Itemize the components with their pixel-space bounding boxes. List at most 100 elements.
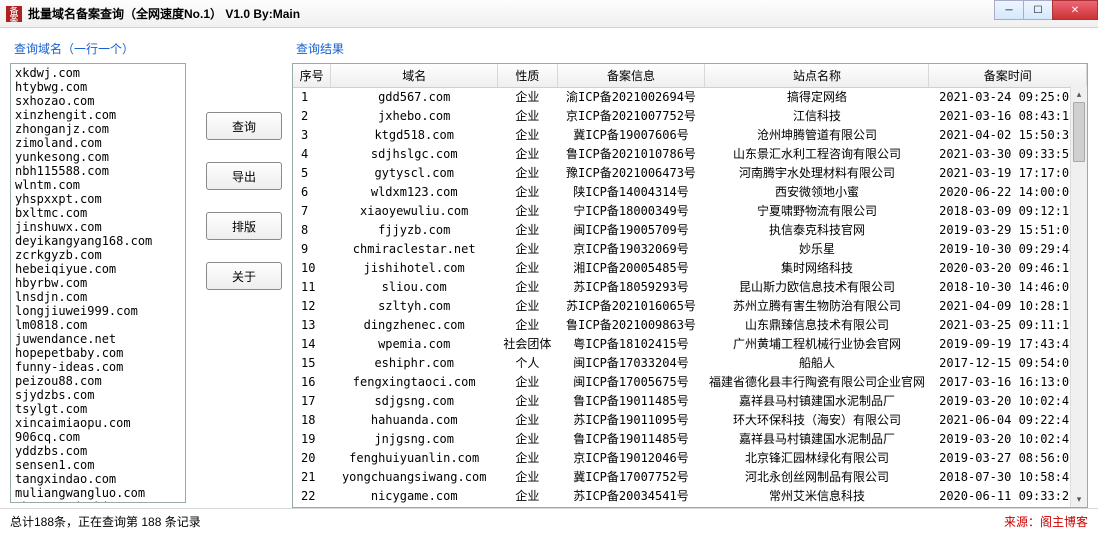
table-row[interactable]: 13dingzhenec.com企业鲁ICP备2021009863号山东鼎臻信息…	[293, 316, 1087, 335]
maximize-button[interactable]: ☐	[1023, 0, 1053, 20]
table-row[interactable]: 2jxhebo.com企业京ICP备2021007752号江信科技2021-03…	[293, 107, 1087, 126]
table-cell: 企业	[498, 297, 557, 316]
column-header[interactable]: 序号	[293, 64, 331, 88]
column-header[interactable]: 站点名称	[705, 64, 929, 88]
table-cell: 鲁ICP备19011485号	[557, 392, 705, 411]
table-row[interactable]: 4sdjhslgc.com企业鲁ICP备2021010786号山东景汇水利工程咨…	[293, 145, 1087, 164]
table-cell: jxhebo.com	[331, 107, 498, 126]
input-label: 查询域名（一行一个）	[14, 40, 196, 57]
table-row[interactable]: 1gdd567.com企业渝ICP备2021002694号搞得定网络2021-0…	[293, 88, 1087, 108]
table-cell: ktgd518.com	[331, 126, 498, 145]
table-cell: 京ICP备2021007752号	[557, 107, 705, 126]
table-cell: 2021-04-09 10:28:13	[929, 297, 1087, 316]
table-cell: szltyh.com	[331, 297, 498, 316]
table-row[interactable]: 22nicygame.com企业苏ICP备20034541号常州艾米信息科技20…	[293, 487, 1087, 506]
table-row[interactable]: 11sliou.com企业苏ICP备18059293号昆山斯力欧信息技术有限公司…	[293, 278, 1087, 297]
table-cell: 环大环保科技（海安）有限公司	[705, 411, 929, 430]
table-row[interactable]: 10jishihotel.com企业湘ICP备20005485号集时网络科技20…	[293, 259, 1087, 278]
minimize-button[interactable]: ─	[994, 0, 1024, 20]
table-cell: 企业	[498, 373, 557, 392]
table-row[interactable]: 23xianxinmu.com企业陕ICP备17003834号西安欣景食品有限公…	[293, 506, 1087, 508]
status-text: 总计188条，正在查询第 188 条记录	[10, 513, 201, 530]
table-cell: 1	[293, 88, 331, 108]
window-title: 批量域名备案查询（全网速度No.1） V1.0 By:Main	[28, 5, 300, 22]
table-cell: eshiphr.com	[331, 354, 498, 373]
table-cell: 2021-04-02 15:50:39	[929, 126, 1087, 145]
table-cell: 2021-03-24 09:25:03	[929, 88, 1087, 108]
about-button[interactable]: 关于	[206, 262, 282, 290]
table-cell: 江信科技	[705, 107, 929, 126]
table-cell: 常州艾米信息科技	[705, 487, 929, 506]
table-row[interactable]: 9chmiraclestar.net企业京ICP备19032069号妙乐星201…	[293, 240, 1087, 259]
table-cell: 山东鼎臻信息技术有限公司	[705, 316, 929, 335]
table-cell: 2018-10-30 14:46:01	[929, 278, 1087, 297]
table-cell: 企业	[498, 107, 557, 126]
table-row[interactable]: 17sdjgsng.com企业鲁ICP备19011485号嘉祥县马村镇建国水泥制…	[293, 392, 1087, 411]
column-header[interactable]: 备案信息	[557, 64, 705, 88]
table-cell: 嘉祥县马村镇建国水泥制品厂	[705, 430, 929, 449]
table-cell: 企业	[498, 126, 557, 145]
table-cell: 3	[293, 126, 331, 145]
table-cell: 苏ICP备19011095号	[557, 411, 705, 430]
table-cell: 鲁ICP备2021010786号	[557, 145, 705, 164]
table-cell: hahuanda.com	[331, 411, 498, 430]
domain-input[interactable]	[10, 63, 186, 503]
table-cell: 企业	[498, 392, 557, 411]
table-row[interactable]: 15eshiphr.com个人闽ICP备17033204号船船人2017-12-…	[293, 354, 1087, 373]
column-header[interactable]: 备案时间	[929, 64, 1087, 88]
table-cell: 河北永创丝网制品有限公司	[705, 468, 929, 487]
table-cell: 2	[293, 107, 331, 126]
table-cell: 16	[293, 373, 331, 392]
table-cell: 搞得定网络	[705, 88, 929, 108]
table-row[interactable]: 18hahuanda.com企业苏ICP备19011095号环大环保科技（海安）…	[293, 411, 1087, 430]
table-cell: 2019-03-20 10:02:42	[929, 392, 1087, 411]
table-cell: 企业	[498, 221, 557, 240]
table-cell: 沧州坤腾管道有限公司	[705, 126, 929, 145]
result-table-wrap: 序号域名性质备案信息站点名称备案时间 1gdd567.com企业渝ICP备202…	[292, 63, 1088, 508]
table-cell: fenghuiyuanlin.com	[331, 449, 498, 468]
table-cell: 2021-06-04 09:22:42	[929, 411, 1087, 430]
table-cell: 企业	[498, 88, 557, 108]
table-row[interactable]: 3ktgd518.com企业冀ICP备19007606号沧州坤腾管道有限公司20…	[293, 126, 1087, 145]
table-cell: 企业	[498, 411, 557, 430]
scroll-up-icon[interactable]: ▴	[1071, 86, 1087, 102]
statusbar: 总计188条，正在查询第 188 条记录 来源：阁主博客	[0, 508, 1098, 534]
table-scrollbar[interactable]: ▴ ▾	[1070, 86, 1087, 507]
table-cell: 18	[293, 411, 331, 430]
table-cell: 2018-03-09 09:12:17	[929, 202, 1087, 221]
table-cell: 20	[293, 449, 331, 468]
table-row[interactable]: 16fengxingtaoci.com企业闽ICP备17005675号福建省德化…	[293, 373, 1087, 392]
table-cell: 宁夏啸野物流有限公司	[705, 202, 929, 221]
scroll-thumb[interactable]	[1073, 102, 1085, 162]
table-cell: jishihotel.com	[331, 259, 498, 278]
table-cell: 8	[293, 221, 331, 240]
column-header[interactable]: 性质	[498, 64, 557, 88]
table-cell: 企业	[498, 278, 557, 297]
table-cell: 2021-03-30 09:33:56	[929, 145, 1087, 164]
query-button[interactable]: 查询	[206, 112, 282, 140]
table-cell: 21	[293, 468, 331, 487]
layout-button[interactable]: 排版	[206, 212, 282, 240]
table-cell: 企业	[498, 468, 557, 487]
result-label: 查询结果	[296, 40, 1088, 57]
table-cell: 苏州立腾有害生物防治有限公司	[705, 297, 929, 316]
close-button[interactable]: ✕	[1052, 0, 1098, 20]
table-cell: 福建省德化县丰行陶瓷有限公司企业官网	[705, 373, 929, 392]
table-row[interactable]: 7xiaoyewuliu.com企业宁ICP备18000349号宁夏啸野物流有限…	[293, 202, 1087, 221]
table-row[interactable]: 19jnjgsng.com企业鲁ICP备19011485号嘉祥县马村镇建国水泥制…	[293, 430, 1087, 449]
scroll-down-icon[interactable]: ▾	[1071, 491, 1087, 507]
table-cell: 昆山斯力欧信息技术有限公司	[705, 278, 929, 297]
table-row[interactable]: 14wpemia.com社会团体粤ICP备18102415号广州黄埔工程机械行业…	[293, 335, 1087, 354]
table-row[interactable]: 5gytyscl.com企业豫ICP备2021006473号河南腾宇水处理材料有…	[293, 164, 1087, 183]
table-cell: 17	[293, 392, 331, 411]
table-row[interactable]: 8fjjyzb.com企业闽ICP备19005709号执信泰克科技官网2019-…	[293, 221, 1087, 240]
table-row[interactable]: 12szltyh.com企业苏ICP备2021016065号苏州立腾有害生物防治…	[293, 297, 1087, 316]
table-row[interactable]: 21yongchuangsiwang.com企业冀ICP备17007752号河北…	[293, 468, 1087, 487]
table-row[interactable]: 6wldxm123.com企业陕ICP备14004314号西安微领地小蜜2020…	[293, 183, 1087, 202]
table-cell: 企业	[498, 449, 557, 468]
export-button[interactable]: 导出	[206, 162, 282, 190]
column-header[interactable]: 域名	[331, 64, 498, 88]
table-cell: 西安欣景食品有限公司	[705, 506, 929, 508]
table-row[interactable]: 20fenghuiyuanlin.com企业京ICP备19012046号北京锋汇…	[293, 449, 1087, 468]
table-cell: 2017-03-16 16:13:09	[929, 373, 1087, 392]
